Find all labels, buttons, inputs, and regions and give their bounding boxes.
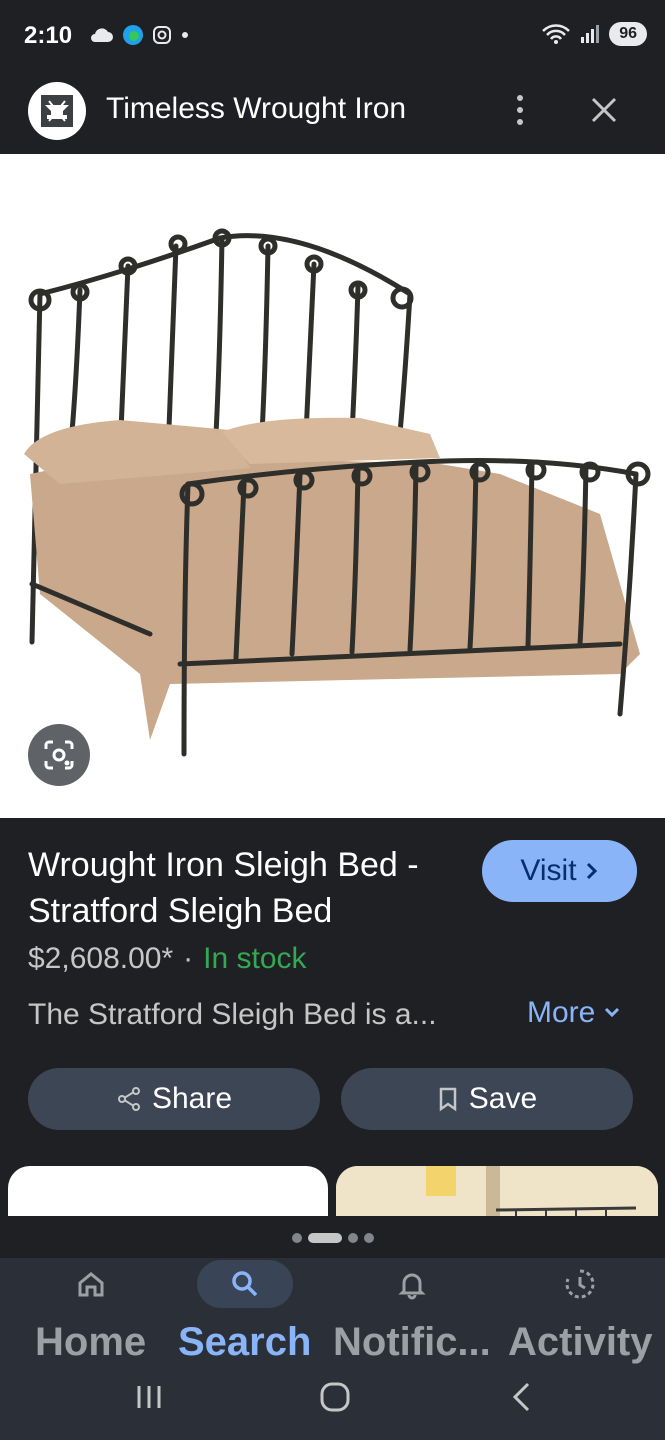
recent-apps-icon[interactable] bbox=[134, 1382, 164, 1412]
related-image-card[interactable] bbox=[336, 1166, 658, 1216]
pager-dot bbox=[347, 1233, 358, 1243]
nav-activity-label: Activity bbox=[508, 1320, 653, 1364]
system-navigation-bar bbox=[0, 1368, 665, 1440]
chevron-down-icon bbox=[605, 1007, 620, 1018]
share-button[interactable]: Share bbox=[28, 1068, 320, 1130]
related-image-preview bbox=[336, 1166, 658, 1216]
notification-icons bbox=[88, 24, 190, 46]
nav-notifications[interactable]: Notific... bbox=[333, 1258, 491, 1368]
product-description: The Stratford Sleigh Bed is a... bbox=[28, 998, 437, 1031]
sleigh-bed-image bbox=[24, 228, 651, 757]
save-button[interactable]: Save bbox=[341, 1068, 633, 1130]
close-icon[interactable] bbox=[584, 90, 624, 130]
pager-dot bbox=[363, 1233, 374, 1243]
nav-home-label: Home bbox=[35, 1320, 147, 1364]
nav-activity[interactable]: Activity bbox=[508, 1258, 653, 1368]
history-icon bbox=[565, 1269, 595, 1299]
visit-label: Visit bbox=[520, 854, 577, 887]
save-label: Save bbox=[468, 1082, 538, 1115]
related-image-card[interactable] bbox=[8, 1166, 328, 1216]
nav-search-label: Search bbox=[178, 1320, 312, 1364]
nav-activity-icon-wrap bbox=[532, 1260, 628, 1308]
nav-notifications-label: Notific... bbox=[333, 1320, 491, 1364]
lens-icon bbox=[44, 740, 74, 770]
chevron-right-icon bbox=[586, 862, 597, 880]
nav-home-icon-wrap bbox=[43, 1260, 139, 1308]
source-header: Timeless Wrought Iron bbox=[0, 74, 665, 154]
system-icons: 96 bbox=[541, 22, 647, 46]
separator: · bbox=[183, 942, 194, 975]
product-title[interactable]: Wrought Iron Sleigh Bed - Stratford Slei… bbox=[28, 842, 468, 934]
search-icon bbox=[231, 1271, 257, 1297]
status-bar: 2:10 96 bbox=[0, 0, 665, 74]
dot-icon bbox=[182, 32, 188, 38]
visit-button[interactable]: Visit bbox=[482, 840, 637, 902]
nav-home[interactable]: Home bbox=[35, 1258, 146, 1368]
bottom-navigation: Home Search Notific... Activity bbox=[0, 1258, 665, 1368]
google-lens-button[interactable] bbox=[28, 724, 90, 786]
status-time: 2:10 bbox=[24, 22, 73, 49]
nav-search-icon-wrap bbox=[196, 1260, 293, 1308]
home-icon bbox=[78, 1272, 104, 1297]
nav-notifications-icon-wrap bbox=[364, 1260, 460, 1308]
edge-icon bbox=[123, 25, 143, 45]
bell-icon bbox=[398, 1273, 426, 1300]
signal-icon bbox=[581, 25, 600, 43]
instagram-icon bbox=[153, 26, 171, 44]
home-button-icon[interactable] bbox=[318, 1380, 352, 1414]
more-label: More bbox=[527, 996, 596, 1029]
related-images bbox=[0, 1166, 665, 1216]
cloud-icon bbox=[91, 28, 113, 42]
product-info: Wrought Iron Sleigh Bed - Stratford Slei… bbox=[0, 818, 665, 1218]
product-image[interactable] bbox=[0, 154, 665, 818]
price-row: $2,608.00* · In stock bbox=[28, 942, 307, 976]
price: $2,608.00* bbox=[28, 942, 174, 975]
carousel-indicator bbox=[0, 1228, 665, 1248]
bookmark-icon bbox=[439, 1087, 457, 1112]
more-button[interactable]: More bbox=[527, 996, 621, 1030]
nav-search[interactable]: Search bbox=[178, 1258, 311, 1368]
back-icon[interactable] bbox=[506, 1380, 536, 1414]
pager-dot bbox=[291, 1233, 302, 1243]
pager-dot-active bbox=[307, 1233, 342, 1243]
share-icon bbox=[117, 1087, 140, 1111]
anvil-logo-icon bbox=[41, 95, 73, 127]
stock-status: In stock bbox=[203, 942, 307, 975]
more-options-icon[interactable] bbox=[504, 90, 536, 130]
site-title: Timeless Wrought Iron bbox=[106, 92, 407, 125]
site-logo[interactable] bbox=[28, 82, 86, 140]
wifi-icon bbox=[542, 24, 571, 44]
share-label: Share bbox=[151, 1082, 233, 1115]
battery-indicator: 96 bbox=[609, 22, 647, 46]
